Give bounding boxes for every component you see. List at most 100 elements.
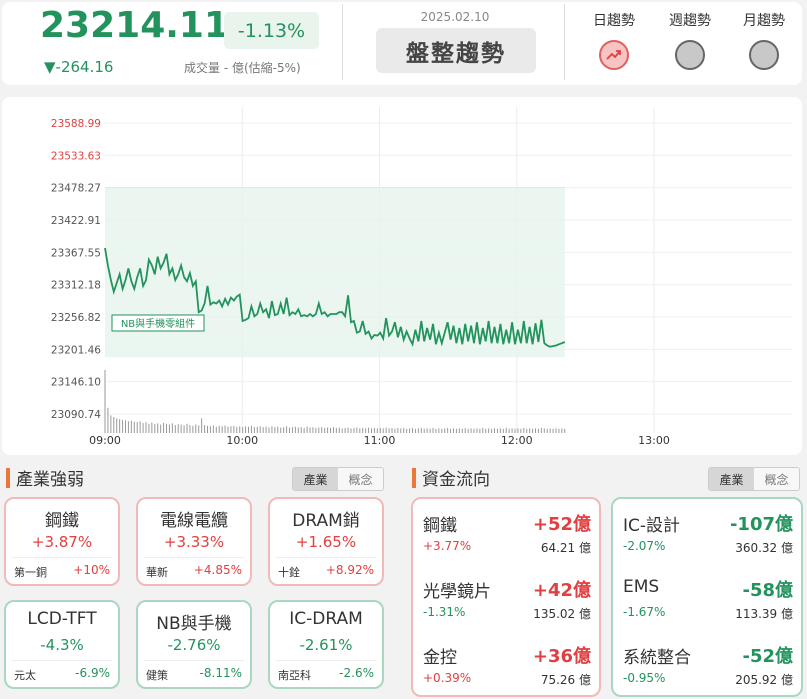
flow-percent: -0.95% xyxy=(623,671,666,685)
fund-flow-item[interactable]: 光學鏡片 +42億 -1.31% 135.02 億 xyxy=(423,567,591,633)
industry-percent: +1.65% xyxy=(295,533,357,551)
x-tick-label: 11:00 xyxy=(364,434,396,447)
leading-stock-percent: -8.11% xyxy=(199,666,242,680)
flow-volume: 75.26 億 xyxy=(540,673,591,687)
flow-amount: +36億 xyxy=(532,646,591,667)
y-tick-label: 23588.99 xyxy=(51,118,101,130)
card-divider xyxy=(144,557,244,558)
flow-name: 鋼鐵 xyxy=(423,516,457,536)
section-accent-bar xyxy=(6,467,10,488)
flow-name: 系統整合 xyxy=(623,648,691,668)
fund-flow-item[interactable]: EMS -58億 -1.67% 113.39 億 xyxy=(623,567,793,633)
flow-amount: +42億 xyxy=(532,580,591,601)
y-tick-label: 23256.82 xyxy=(51,312,101,324)
flow-amount: -58億 xyxy=(742,580,793,601)
flow-name: 金控 xyxy=(423,648,457,668)
industry-percent: -2.76% xyxy=(167,636,221,654)
industry-card[interactable]: IC-DRAM -2.61% 南亞科 -2.6% xyxy=(268,600,384,689)
card-divider xyxy=(276,660,376,661)
leading-stock-name: 第一銅 xyxy=(14,566,47,579)
leading-stock-percent: +4.85% xyxy=(193,563,242,577)
x-tick-label: 13:00 xyxy=(638,434,670,447)
industry-card[interactable]: DRAM銷 +1.65% 十銓 +8.92% xyxy=(268,497,384,586)
leading-stock-name: 健策 xyxy=(146,669,168,682)
card-divider xyxy=(12,557,112,558)
industry-card[interactable]: 鋼鐵 +3.87% 第一銅 +10% xyxy=(4,497,120,586)
market-trend-badge: 盤整趨勢 xyxy=(376,28,536,73)
y-tick-label: 23146.10 xyxy=(51,377,101,389)
tab-industry[interactable]: 產業 xyxy=(709,468,754,490)
y-tick-label: 23090.74 xyxy=(51,409,101,421)
industry-name: LCD-TFT xyxy=(27,609,97,629)
fund-flow-item[interactable]: 鋼鐵 +52億 +3.77% 64.21 億 xyxy=(423,501,591,567)
fund-inflow-panel: 鋼鐵 +52億 +3.77% 64.21 億 光學鏡片 +42億 -1.31% … xyxy=(411,497,601,697)
y-tick-label: 23201.46 xyxy=(51,344,101,356)
industry-name: DRAM銷 xyxy=(292,511,360,531)
flow-volume: 360.32 億 xyxy=(735,541,793,555)
market-summary-header: 23214.11 -1.13% ▼-264.16 成交量 - 億(估縮-5%) … xyxy=(2,2,802,85)
card-divider xyxy=(276,557,376,558)
flow-amount: -52億 xyxy=(742,646,793,667)
flow-percent: -1.67% xyxy=(623,605,666,619)
leading-stock-percent: +10% xyxy=(73,563,110,577)
header-divider xyxy=(564,4,565,80)
annotation-label: NB與手機零組件 xyxy=(121,317,195,330)
y-tick-label: 23422.91 xyxy=(51,215,101,227)
fund-outflow-panel: IC-設計 -107億 -2.07% 360.32 億 EMS -58億 -1.… xyxy=(611,497,803,697)
y-tick-label: 23533.63 xyxy=(51,150,101,162)
industry-name: 電線電纜 xyxy=(160,511,228,531)
leading-stock-name: 元太 xyxy=(14,669,36,682)
industry-tab-switcher: 產業 概念 xyxy=(292,467,384,491)
daily-trend-toggle[interactable]: 日趨勢 xyxy=(579,10,649,70)
industry-name: NB與手機 xyxy=(156,614,232,634)
fund-flow-label: 資金流向 xyxy=(422,470,490,490)
flow-percent: +0.39% xyxy=(423,671,472,685)
tab-industry[interactable]: 產業 xyxy=(293,468,338,490)
leading-stock-percent: +8.92% xyxy=(325,563,374,577)
flow-volume: 205.92 億 xyxy=(735,673,793,687)
section-accent-bar xyxy=(412,467,416,488)
industry-percent: -2.61% xyxy=(299,636,353,654)
tab-concept[interactable]: 概念 xyxy=(338,468,383,490)
fund-flow-item[interactable]: 系統整合 -52億 -0.95% 205.92 億 xyxy=(623,633,793,699)
tab-concept[interactable]: 概念 xyxy=(754,468,799,490)
flow-percent: -1.31% xyxy=(423,605,466,619)
intraday-chart-svg: 23588.99 23533.63 23478.27 23422.91 23367.55… xyxy=(51,107,792,447)
fund-flow-item[interactable]: IC-設計 -107億 -2.07% 360.32 億 xyxy=(623,501,793,567)
industry-card[interactable]: NB與手機 -2.76% 健策 -8.11% xyxy=(136,600,252,689)
trend-up-icon xyxy=(599,40,629,70)
industry-strength-title: 產業強弱 xyxy=(6,465,84,490)
fund-flow-title: 資金流向 xyxy=(412,465,490,490)
flow-volume: 113.39 億 xyxy=(735,607,793,621)
industry-card[interactable]: LCD-TFT -4.3% 元太 -6.9% xyxy=(4,600,120,689)
flow-volume: 64.21 億 xyxy=(540,541,591,555)
weekly-trend-toggle[interactable]: 週趨勢 xyxy=(655,10,725,70)
monthly-trend-toggle[interactable]: 月趨勢 xyxy=(729,10,799,70)
intraday-chart[interactable]: 23588.99 23533.63 23478.27 23422.91 23367.55… xyxy=(2,97,802,455)
flow-name: EMS xyxy=(623,577,660,597)
industry-name: IC-DRAM xyxy=(289,609,363,629)
flow-name: 光學鏡片 xyxy=(423,582,491,602)
y-tick-label: 23312.18 xyxy=(51,280,101,292)
index-change-percent-badge: -1.13% xyxy=(224,12,319,49)
leading-stock-percent: -6.9% xyxy=(75,666,110,680)
x-tick-label: 10:00 xyxy=(226,434,258,447)
industry-card[interactable]: 電線電纜 +3.33% 華新 +4.85% xyxy=(136,497,252,586)
card-divider xyxy=(144,660,244,661)
fund-flow-item[interactable]: 金控 +36億 +0.39% 75.26 億 xyxy=(423,633,591,699)
flow-percent: +3.77% xyxy=(423,539,472,553)
daily-trend-label: 日趨勢 xyxy=(593,13,635,29)
header-divider xyxy=(342,4,343,80)
trading-volume-label: 成交量 - 億(估縮-5%) xyxy=(184,61,301,75)
industry-percent: -4.3% xyxy=(40,636,84,654)
industry-percent: +3.87% xyxy=(31,533,93,551)
flow-name: IC-設計 xyxy=(623,516,681,536)
card-divider xyxy=(12,660,112,661)
leading-stock-name: 十銓 xyxy=(278,566,300,579)
trade-date: 2025.02.10 xyxy=(420,10,490,24)
index-price: 23214.11 xyxy=(40,5,230,46)
fund-flow-tab-switcher: 產業 概念 xyxy=(708,467,800,491)
industry-percent: +3.33% xyxy=(163,533,225,551)
flow-amount: +52億 xyxy=(532,514,591,535)
leading-stock-name: 華新 xyxy=(146,566,168,579)
